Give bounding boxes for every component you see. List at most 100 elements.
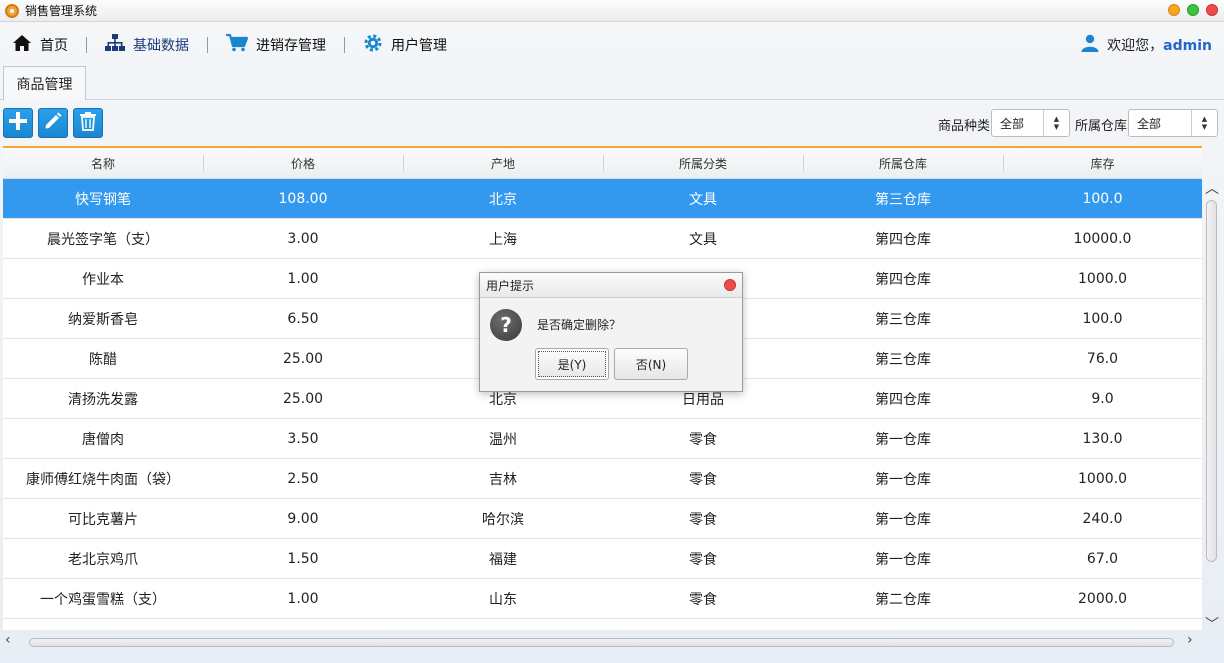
table-cell: 3.00 (287, 230, 319, 247)
edit-button[interactable] (38, 108, 68, 138)
toolbar: 商品种类 全部 ▲ ▼ 所属仓库 全部 ▲ ▼ (0, 104, 1224, 142)
cart-icon (226, 33, 249, 56)
delete-button[interactable] (73, 108, 103, 138)
dialog-title: 用户提示 (486, 278, 535, 293)
nav-basic-data[interactable]: 基础数据 (93, 23, 201, 67)
table-cell: 上海 (489, 231, 517, 248)
table-cell: 文具 (689, 231, 717, 248)
title-bar: 销售管理系统 (0, 0, 1224, 22)
tab-bar: 商品管理 (0, 66, 1224, 100)
window-title: 销售管理系统 (25, 4, 98, 18)
yes-button[interactable]: 是(Y) (535, 348, 609, 380)
category-select-value: 全部 (1000, 116, 1025, 131)
username: admin (1163, 38, 1212, 54)
table-cell: 晨光签字笔（支） (47, 231, 159, 248)
scroll-right-icon[interactable]: › (1187, 632, 1193, 648)
table-cell: 100.0 (1082, 190, 1123, 207)
table-cell: 240.0 (1082, 510, 1123, 527)
table-cell: 老北京鸡爪 (68, 551, 138, 568)
table-cell: 第一仓库 (875, 431, 931, 448)
dialog-close-icon[interactable] (724, 279, 736, 291)
welcome-text: 欢迎您，admin (1107, 35, 1212, 55)
table-cell: 25.00 (282, 390, 324, 407)
warehouse-select[interactable]: 全部 ▲ ▼ (1128, 109, 1218, 137)
table-cell: 第一仓库 (875, 471, 931, 488)
column-header[interactable]: 产地 (403, 148, 603, 179)
table-cell: 10000.0 (1073, 230, 1132, 247)
table-cell: 1.50 (287, 550, 319, 567)
spinner-arrows-icon: ▲ ▼ (1043, 110, 1069, 136)
nav-divider (344, 37, 345, 53)
nav-inventory[interactable]: 进销存管理 (214, 23, 338, 67)
table-cell: 6.50 (287, 310, 319, 327)
table-cell: 76.0 (1086, 350, 1119, 367)
table-cell: 温州 (489, 431, 517, 448)
table-cell: 第三仓库 (875, 191, 931, 208)
column-header[interactable]: 名称 (3, 148, 203, 179)
table-header: 名称 价格 产地 所属分类 所属仓库 库存 (3, 146, 1202, 179)
column-header[interactable]: 库存 (1003, 148, 1202, 179)
table-cell: 文具 (689, 191, 717, 208)
table-cell: 零食 (689, 471, 717, 488)
minimize-button[interactable] (1168, 4, 1180, 16)
horizontal-scroll-thumb[interactable] (29, 638, 1174, 647)
maximize-button[interactable] (1187, 4, 1199, 16)
table-cell: 1000.0 (1078, 270, 1127, 287)
no-button[interactable]: 否(N) (614, 348, 688, 380)
vertical-scrollbar[interactable]: ︿ ﹀ (1203, 178, 1220, 633)
nav-home[interactable]: 首页 (0, 23, 80, 67)
table-cell: 北京 (489, 191, 517, 208)
table-cell: 第一仓库 (875, 551, 931, 568)
close-button[interactable] (1206, 4, 1218, 16)
table-cell: 第四仓库 (875, 231, 931, 248)
horizontal-scrollbar[interactable]: ‹ › (3, 631, 1202, 653)
table-cell: 福建 (489, 551, 517, 568)
column-header[interactable]: 所属分类 (603, 148, 803, 179)
nav-inventory-label: 进销存管理 (256, 38, 326, 54)
table-cell: 108.00 (278, 190, 328, 207)
dialog-message: 是否确定删除？ (537, 318, 622, 332)
table-cell: 第四仓库 (875, 271, 931, 288)
category-select[interactable]: 全部 ▲ ▼ (991, 109, 1070, 137)
nav-user-management[interactable]: 用户管理 (351, 23, 459, 67)
plus-icon (8, 111, 28, 135)
table-cell: 吉林 (489, 471, 517, 488)
table-row[interactable]: 康师傅红烧牛肉面（袋） 2.50 吉林 零食 第一仓库 1000.0 (3, 459, 1202, 499)
table-cell: 25.00 (282, 350, 324, 367)
table-cell: 零食 (689, 431, 717, 448)
table-cell: 一个鸡蛋雪糕（支） (40, 591, 166, 608)
vertical-scroll-thumb[interactable] (1206, 200, 1217, 562)
table-cell: 零食 (689, 511, 717, 528)
table-cell: 3.50 (287, 430, 319, 447)
table-cell: 1.00 (287, 590, 319, 607)
table-row[interactable]: 可比克薯片 9.00 哈尔滨 零食 第一仓库 240.0 (3, 499, 1202, 539)
add-button[interactable] (3, 108, 33, 138)
table-row[interactable]: 快写钢笔 108.00 北京 文具 第三仓库 100.0 (3, 179, 1202, 219)
table-row[interactable]: 唐僧肉 3.50 温州 零食 第一仓库 130.0 (3, 419, 1202, 459)
scroll-left-icon[interactable]: ‹ (5, 632, 11, 648)
column-header[interactable]: 所属仓库 (803, 148, 1003, 179)
table-cell: 9.0 (1091, 390, 1114, 407)
table-row[interactable]: 老北京鸡爪 1.50 福建 零食 第一仓库 67.0 (3, 539, 1202, 579)
scroll-up-icon[interactable]: ︿ (1205, 178, 1219, 198)
sitemap-icon (105, 34, 125, 56)
scroll-down-icon[interactable]: ﹀ (1205, 614, 1219, 634)
table-cell: 第三仓库 (875, 351, 931, 368)
column-header[interactable]: 价格 (203, 148, 403, 179)
table-cell: 第四仓库 (875, 391, 931, 408)
nav-divider (207, 37, 208, 53)
welcome-greeting: 欢迎您， (1107, 38, 1164, 54)
table-row[interactable]: 一个鸡蛋雪糕（支） 1.00 山东 零食 第二仓库 2000.0 (3, 579, 1202, 619)
table-cell: 1000.0 (1078, 470, 1127, 487)
tab-product-management[interactable]: 商品管理 (3, 66, 86, 100)
table-cell: 作业本 (82, 271, 124, 288)
table-cell: 67.0 (1086, 550, 1119, 567)
table-cell: 康师傅红烧牛肉面（袋） (26, 471, 180, 488)
warehouse-select-value: 全部 (1137, 116, 1162, 131)
table-row[interactable]: 晨光签字笔（支） 3.00 上海 文具 第四仓库 10000.0 (3, 219, 1202, 259)
table-cell: 130.0 (1082, 430, 1123, 447)
window-controls (1168, 4, 1218, 16)
home-icon (12, 34, 32, 56)
nav-home-label: 首页 (40, 38, 68, 54)
table-cell: 零食 (689, 551, 717, 568)
